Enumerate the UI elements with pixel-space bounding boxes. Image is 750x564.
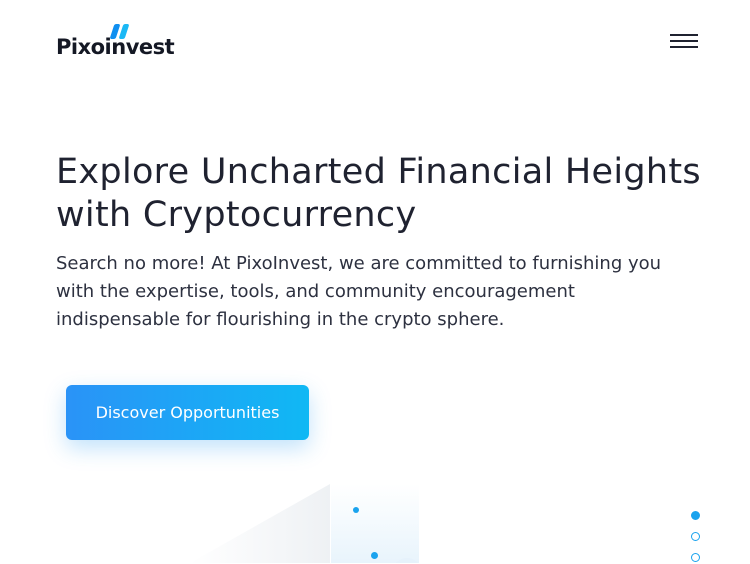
hero-title: Explore Uncharted Financial Heights with… [56,151,726,237]
slide-pagination [689,510,703,564]
discover-opportunities-button[interactable]: Discover Opportunities [66,385,309,440]
hamburger-menu-icon[interactable] [668,32,700,50]
hero-description: Search no more! At PixoInvest, we are co… [56,253,662,330]
pagination-dot-2[interactable] [691,532,700,541]
illustration-dot [353,507,359,513]
pagination-dot-1[interactable] [691,511,700,520]
logo-text: Pixoinvest [56,35,175,59]
pagination-dot-3[interactable] [691,553,700,562]
hero-title-line-2: with Cryptocurrency [56,195,417,235]
logo[interactable]: Pixoinvest [56,24,186,60]
site-header: Pixoinvest [0,0,750,80]
hero-illustration [160,470,480,563]
hero-title-line-1: Explore Uncharted Financial Heights [56,152,701,192]
illustration-shade-shape [190,484,330,563]
illustration-dot [371,552,378,559]
